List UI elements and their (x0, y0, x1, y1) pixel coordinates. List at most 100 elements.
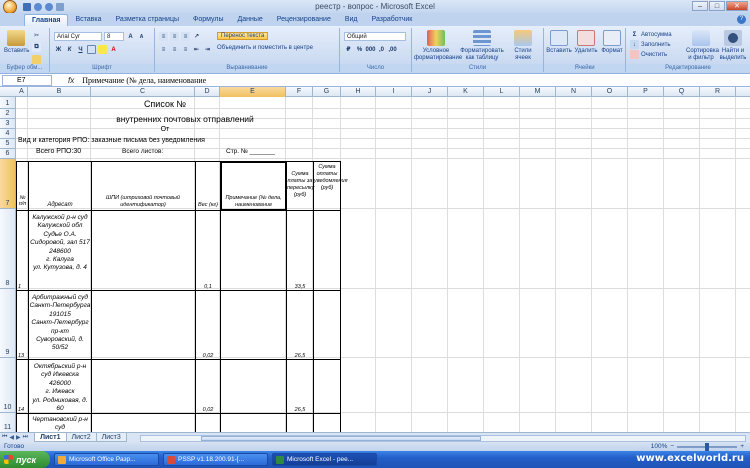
column-header-m[interactable]: M (520, 87, 556, 97)
paste-button[interactable]: Вставить (4, 30, 29, 55)
row-header-6[interactable]: 6 (0, 149, 16, 159)
row-header-10[interactable]: 10 (0, 358, 16, 413)
fee-cell[interactable]: 26,5 (288, 407, 312, 413)
tab-view[interactable]: Вид (338, 14, 365, 26)
name-box[interactable]: E7 (2, 74, 52, 86)
thousands-icon[interactable]: 000 (366, 45, 376, 54)
column-header-c[interactable]: C (91, 87, 195, 97)
clear-icon[interactable] (630, 50, 639, 59)
cell-styles-button[interactable]: Стили ячеек (506, 30, 540, 62)
column-header-e[interactable]: E (220, 87, 286, 97)
column-header-j[interactable]: J (412, 87, 448, 97)
start-button[interactable]: пуск (0, 451, 50, 468)
italic-icon[interactable]: К (65, 45, 74, 54)
fill-button[interactable]: Заполнить (641, 42, 670, 48)
row-header-8[interactable]: 8 (0, 209, 16, 289)
tab-developer[interactable]: Разработчик (365, 14, 420, 26)
task-excel[interactable]: Microsoft Excel - рее... (272, 453, 377, 466)
column-header-f[interactable]: F (286, 87, 313, 97)
column-header-q[interactable]: Q (664, 87, 700, 97)
tab-review[interactable]: Рецензирование (270, 14, 338, 26)
increase-decimal-icon[interactable]: ,0 (377, 45, 386, 54)
increase-indent-icon[interactable]: ⇥ (203, 45, 212, 54)
font-color-icon[interactable]: A (109, 45, 118, 54)
format-cells-button[interactable]: Формат (600, 30, 624, 55)
column-header-o[interactable]: O (592, 87, 628, 97)
fee-cell[interactable]: 33,5 (288, 284, 312, 290)
addressee-cell[interactable]: Октябрьский р-н суд Ижевска 426000 г. Ижевс… (29, 363, 91, 413)
clear-button[interactable]: Очистить (641, 52, 667, 58)
column-header-k[interactable]: K (448, 87, 484, 97)
format-table-button[interactable]: Форматировать как таблицу (460, 30, 504, 62)
prev-sheet-icon[interactable]: ◀ (9, 434, 14, 441)
fee-cell[interactable]: 26,5 (288, 353, 312, 359)
percent-icon[interactable]: % (355, 45, 364, 54)
tab-page-layout[interactable]: Разметка страницы (109, 14, 187, 26)
column-header-b[interactable]: B (28, 87, 91, 97)
delete-cells-button[interactable]: Удалить (573, 30, 599, 55)
row-header-2[interactable]: 2 (0, 109, 16, 119)
underline-icon[interactable]: Ч (76, 45, 85, 54)
zoom-control[interactable]: 100% − + (651, 442, 744, 451)
cut-icon[interactable]: ✂ (32, 31, 41, 40)
bold-icon[interactable]: Ж (54, 45, 63, 54)
weight-cell[interactable]: 0,02 (197, 407, 219, 413)
conditional-format-button[interactable]: Условное форматирование (414, 30, 462, 62)
first-sheet-icon[interactable]: ⏮ (2, 434, 7, 441)
align-left-icon[interactable]: ≡ (159, 45, 168, 54)
align-top-icon[interactable]: ≡ (159, 32, 168, 41)
row-header-4[interactable]: 4 (0, 129, 16, 139)
column-header-r[interactable]: R (700, 87, 736, 97)
column-header-p[interactable]: P (628, 87, 664, 97)
addressee-cell[interactable]: Калужской р-н суд Калужской обл Судье О.А.… (29, 214, 91, 273)
align-middle-icon[interactable]: ≡ (170, 32, 179, 41)
task-office-tools[interactable]: Microsoft Office Разр... (54, 453, 159, 466)
close-button[interactable]: ✕ (726, 1, 748, 11)
borders-icon[interactable] (87, 45, 96, 54)
sheet-tab-2[interactable]: Лист2 (65, 433, 97, 442)
row-number-cell[interactable]: 14 (18, 407, 28, 413)
shrink-font-icon[interactable]: A (137, 32, 146, 41)
next-sheet-icon[interactable]: ▶ (16, 434, 21, 441)
column-header-d[interactable]: D (195, 87, 220, 97)
number-format-select[interactable]: Общий (344, 32, 406, 41)
insert-cells-button[interactable]: Вставить (546, 30, 572, 55)
merge-center-button[interactable]: Объединить и поместить в центре (217, 45, 313, 51)
row-header-5[interactable]: 5 (0, 139, 16, 149)
column-header-h[interactable]: H (341, 87, 376, 97)
row-number-cell[interactable]: 13 (18, 353, 28, 359)
tab-formulas[interactable]: Формулы (186, 14, 230, 26)
zoom-in-icon[interactable]: + (740, 443, 744, 450)
maximize-button[interactable]: □ (709, 1, 725, 11)
font-size-select[interactable]: 8 (104, 32, 124, 41)
align-bottom-icon[interactable]: ≡ (181, 32, 190, 41)
help-icon[interactable]: ? (737, 15, 746, 24)
column-header-g[interactable]: G (313, 87, 341, 97)
orientation-icon[interactable]: ↗ (192, 32, 201, 41)
decrease-decimal-icon[interactable]: ,00 (388, 45, 397, 54)
format-painter-icon[interactable] (32, 55, 41, 64)
column-header-l[interactable]: L (484, 87, 520, 97)
row-header-3[interactable]: 3 (0, 119, 16, 129)
weight-cell[interactable]: 0,02 (197, 353, 219, 359)
addressee-cell[interactable]: Чертановский р-н суд (29, 416, 91, 432)
align-right-icon[interactable]: ≡ (181, 45, 190, 54)
column-header-a[interactable]: A (16, 87, 28, 97)
tab-data[interactable]: Данные (230, 14, 269, 26)
column-header-i[interactable]: I (376, 87, 412, 97)
tab-home[interactable]: Главная (24, 14, 69, 26)
row-header-11[interactable]: 11 (0, 413, 16, 432)
find-select-button[interactable]: Найти и выделить (718, 30, 748, 62)
sheet-tab-3[interactable]: Лист3 (95, 433, 127, 442)
row-number-cell[interactable]: 1 (18, 284, 28, 290)
fill-color-icon[interactable] (98, 45, 107, 54)
autosum-button[interactable]: Автосумма (641, 32, 672, 38)
currency-icon[interactable]: ₽ (344, 45, 353, 54)
insert-function-icon[interactable]: fx (68, 76, 74, 85)
weight-cell[interactable]: 0,1 (197, 284, 219, 290)
last-sheet-icon[interactable]: ⏭ (23, 434, 28, 441)
addressee-cell[interactable]: Арбитражный суд Санкт-Петербурга 191015 Сан… (29, 294, 91, 353)
grow-font-icon[interactable]: A (126, 32, 135, 41)
row-header-7[interactable]: 7 (0, 159, 16, 209)
copy-icon[interactable]: ⧉ (32, 43, 41, 52)
